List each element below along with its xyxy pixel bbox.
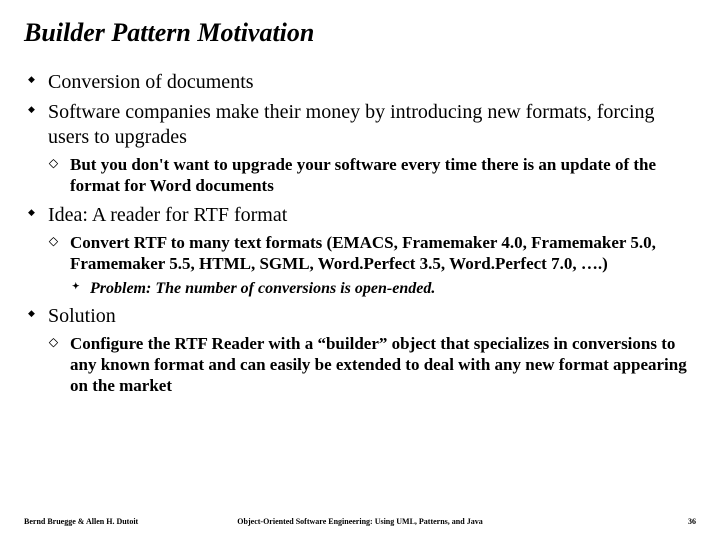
- bullet-text: Software companies make their money by i…: [48, 101, 655, 147]
- list-item: Problem: The number of conversions is op…: [70, 279, 696, 298]
- list-item: Idea: A reader for RTF format Convert RT…: [24, 203, 696, 298]
- list-item: Convert RTF to many text formats (EMACS,…: [48, 233, 696, 298]
- list-item: Solution Configure the RTF Reader with a…: [24, 304, 696, 397]
- slide-title: Builder Pattern Motivation: [24, 18, 696, 48]
- footer: Bernd Bruegge & Allen H. Dutoit Object-O…: [0, 517, 720, 526]
- bullet-text: Solution: [48, 305, 116, 327]
- bullet-text: Problem: The number of conversions is op…: [90, 280, 435, 297]
- slide: Builder Pattern Motivation Conversion of…: [0, 0, 720, 396]
- list-item: Conversion of documents: [24, 70, 696, 94]
- bullet-text: But you don't want to upgrade your softw…: [70, 155, 656, 195]
- footer-left: Bernd Bruegge & Allen H. Dutoit: [24, 517, 138, 526]
- list-item: Configure the RTF Reader with a “builder…: [48, 334, 696, 396]
- footer-center: Object-Oriented Software Engineering: Us…: [237, 517, 482, 526]
- list-item: But you don't want to upgrade your softw…: [48, 155, 696, 196]
- bullet-text: Idea: A reader for RTF format: [48, 204, 287, 226]
- footer-page-number: 36: [688, 517, 696, 526]
- bullet-text: Configure the RTF Reader with a “builder…: [70, 334, 687, 394]
- bullet-text: Convert RTF to many text formats (EMACS,…: [70, 233, 656, 273]
- bullet-list: Conversion of documents Software compani…: [24, 70, 696, 396]
- bullet-text: Conversion of documents: [48, 71, 254, 93]
- list-item: Software companies make their money by i…: [24, 100, 696, 196]
